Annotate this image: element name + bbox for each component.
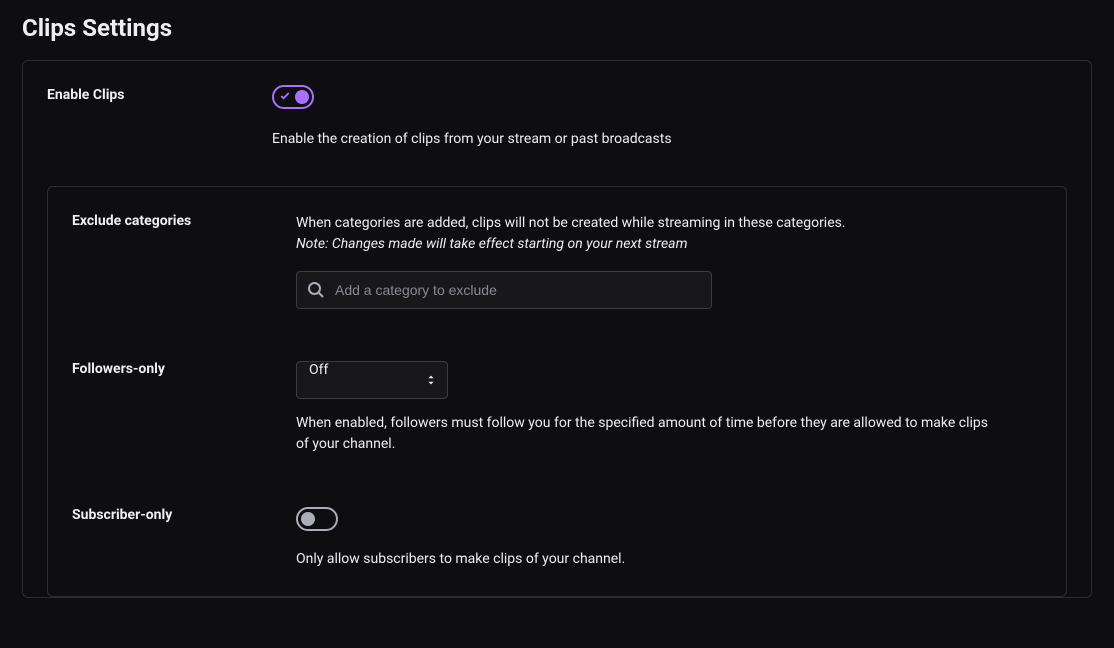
subscriber-only-label: Subscriber-only: [72, 507, 296, 570]
followers-only-select-wrap: Off: [296, 361, 448, 399]
exclude-categories-content: When categories are added, clips will no…: [296, 213, 1016, 309]
toggle-knob: [301, 512, 315, 526]
exclude-categories-row: Exclude categories When categories are a…: [48, 213, 1066, 309]
exclude-categories-help: When categories are added, clips will no…: [296, 213, 1016, 234]
subscriber-only-content: Only allow subscribers to make clips of …: [296, 507, 1016, 570]
enable-clips-toggle[interactable]: [272, 85, 314, 109]
search-icon: [306, 280, 326, 300]
clips-settings-panel: Enable Clips Enable the creation of clip…: [22, 60, 1092, 598]
subscriber-only-description: Only allow subscribers to make clips of …: [296, 549, 996, 570]
enable-clips-row: Enable Clips Enable the creation of clip…: [23, 85, 1091, 150]
followers-only-row: Followers-only Off When enabled, followe…: [48, 361, 1066, 455]
enable-clips-description: Enable the creation of clips from your s…: [272, 129, 1067, 150]
clip-restrictions-panel: Exclude categories When categories are a…: [47, 186, 1067, 597]
enable-clips-content: Enable the creation of clips from your s…: [272, 85, 1067, 150]
exclude-categories-input[interactable]: [296, 271, 712, 309]
followers-only-select[interactable]: Off: [296, 361, 448, 399]
subscriber-only-row: Subscriber-only Only allow subscribers t…: [48, 507, 1066, 570]
exclude-categories-label: Exclude categories: [72, 213, 296, 309]
exclude-categories-input-wrap: [296, 271, 712, 309]
subscriber-only-toggle[interactable]: [296, 507, 338, 531]
enable-clips-label: Enable Clips: [47, 85, 272, 150]
toggle-knob: [295, 90, 309, 104]
page-title: Clips Settings: [0, 0, 1114, 60]
followers-only-description: When enabled, followers must follow you …: [296, 413, 996, 455]
followers-only-label: Followers-only: [72, 361, 296, 455]
exclude-categories-note: Note: Changes made will take effect star…: [296, 234, 1016, 255]
check-icon: [279, 90, 291, 102]
followers-only-content: Off When enabled, followers must follow …: [296, 361, 1016, 455]
